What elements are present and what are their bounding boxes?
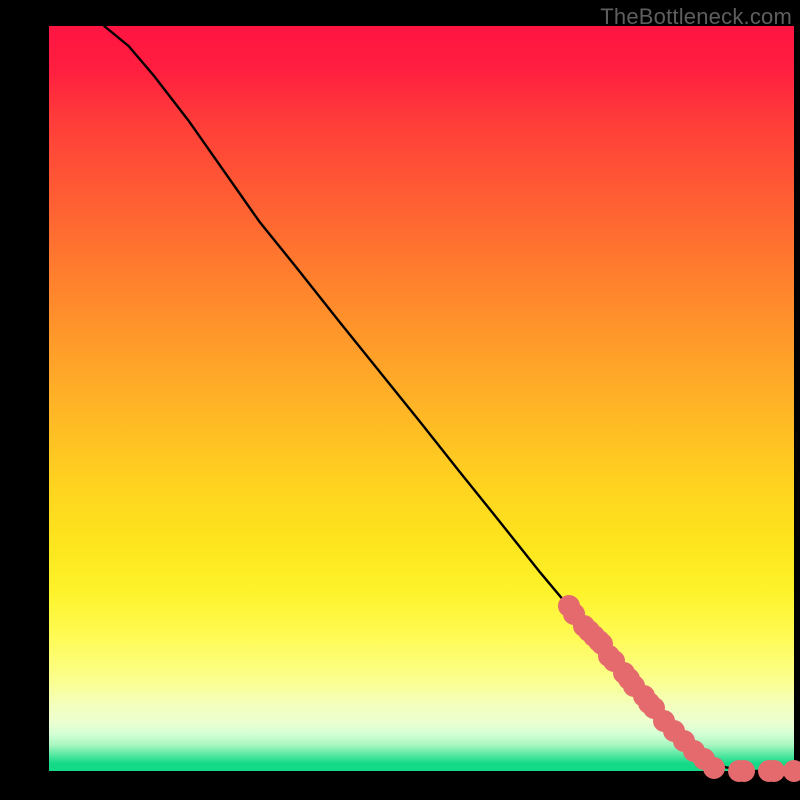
watermark-text: TheBottleneck.com: [600, 4, 792, 30]
chart-frame: TheBottleneck.com: [0, 0, 800, 800]
curve-path: [104, 26, 794, 771]
curve-svg: [49, 26, 794, 771]
data-point-dot: [733, 760, 755, 782]
data-point-dot: [783, 760, 800, 782]
data-point-dot: [763, 760, 785, 782]
plot-area: [49, 26, 794, 771]
data-point-dot: [703, 757, 725, 779]
